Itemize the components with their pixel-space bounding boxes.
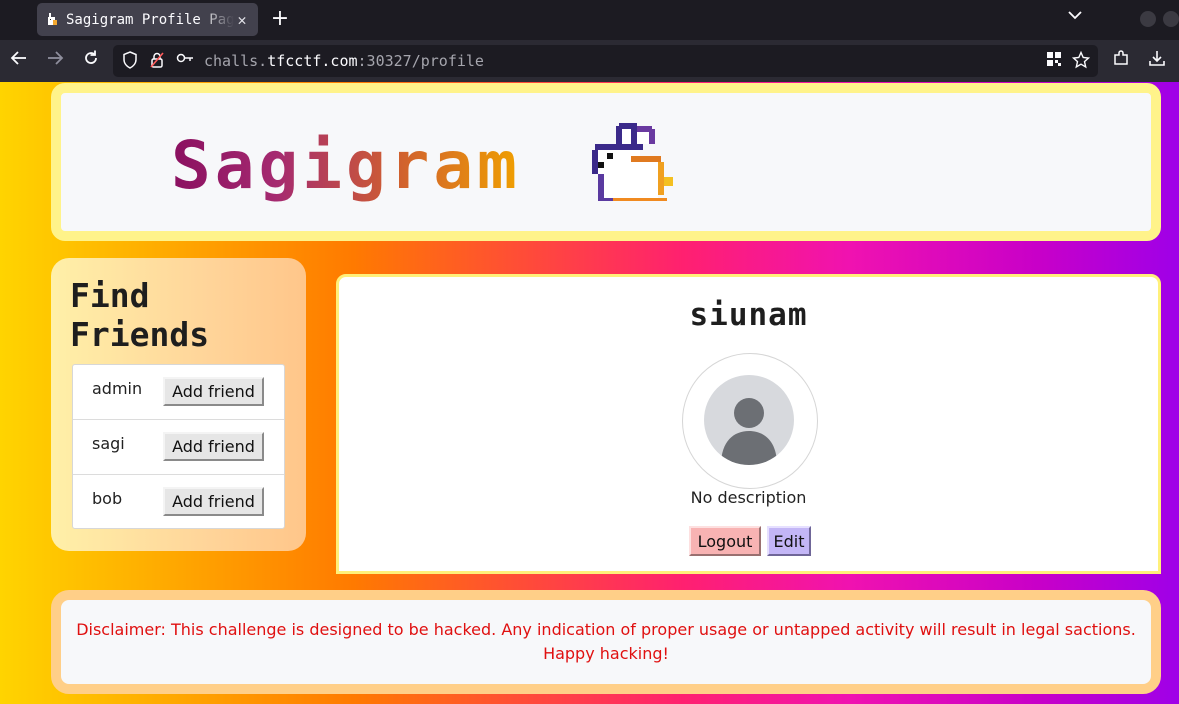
- disclaimer-footer: Disclaimer: This challenge is designed t…: [51, 590, 1161, 694]
- reload-icon[interactable]: [79, 49, 103, 73]
- tab-title: Sagigram Profile Page: [66, 11, 234, 28]
- forward-arrow-icon[interactable]: [43, 49, 67, 73]
- url-text[interactable]: challs.tfcctf.com:30327/profile: [204, 51, 484, 71]
- insecure-lock-icon[interactable]: [147, 51, 167, 71]
- browser-nav-bar: challs.tfcctf.com:30327/profile: [0, 40, 1179, 82]
- bunny-logo-icon: [592, 123, 673, 201]
- site-logo[interactable]: Sagigram: [171, 127, 521, 204]
- url-host-prefix: challs.: [204, 52, 268, 70]
- friend-name: bob: [92, 489, 123, 508]
- qr-code-icon[interactable]: [1044, 51, 1064, 71]
- add-friend-button[interactable]: Add friend: [163, 487, 264, 516]
- find-friends-panel: Find Friends admin Add friend sagi Add f…: [51, 258, 306, 551]
- logout-button[interactable]: Logout: [689, 526, 761, 556]
- back-arrow-icon[interactable]: [7, 49, 31, 73]
- default-user-avatar-icon: [704, 375, 794, 465]
- bookmark-star-icon[interactable]: [1071, 50, 1091, 71]
- add-friend-button[interactable]: Add friend: [163, 432, 264, 461]
- edit-button[interactable]: Edit: [767, 526, 811, 556]
- url-path: :30327/profile: [357, 52, 484, 70]
- add-friend-button[interactable]: Add friend: [163, 377, 264, 406]
- avatar: [682, 353, 818, 489]
- url-host: tfcctf.com: [267, 52, 358, 70]
- friend-row: sagi Add friend: [73, 420, 284, 475]
- friend-row: bob Add friend: [73, 475, 284, 530]
- friend-name: admin: [92, 379, 143, 398]
- extensions-puzzle-icon[interactable]: [1109, 49, 1133, 73]
- find-friends-heading: Find Friends: [70, 276, 210, 354]
- browser-tab[interactable]: Sagigram Profile Page ✕: [37, 3, 258, 36]
- window-minimize-button[interactable]: [1140, 11, 1156, 27]
- page-content: Sagigram Find Friends admin Add friend s…: [0, 82, 1179, 704]
- window-close-button[interactable]: [1163, 11, 1179, 27]
- profile-description: No description: [690, 488, 807, 507]
- chevron-down-icon[interactable]: [1063, 8, 1087, 30]
- close-icon[interactable]: ✕: [234, 11, 250, 29]
- shield-icon[interactable]: [120, 51, 140, 71]
- disclaimer-text: Disclaimer: This challenge is designed t…: [76, 620, 1136, 663]
- friend-list: admin Add friend sagi Add friend bob Add…: [72, 364, 285, 529]
- profile-username: siunam: [689, 297, 808, 333]
- profile-card: siunam No description Logout Edit: [336, 274, 1161, 574]
- url-bar[interactable]: challs.tfcctf.com:30327/profile: [113, 45, 1098, 77]
- friend-name: sagi: [92, 434, 125, 453]
- friend-row: admin Add friend: [73, 365, 284, 420]
- site-header: Sagigram: [51, 83, 1161, 241]
- download-icon[interactable]: [1145, 49, 1169, 73]
- browser-tab-bar: Sagigram Profile Page ✕ +: [0, 0, 1179, 40]
- key-icon[interactable]: [175, 51, 195, 71]
- new-tab-plus-icon[interactable]: +: [268, 6, 292, 32]
- bunny-favicon-icon: [45, 12, 59, 27]
